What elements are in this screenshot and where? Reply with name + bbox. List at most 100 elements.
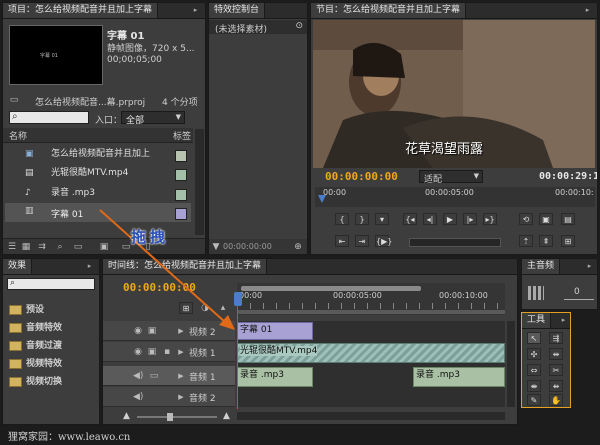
speaker-icon[interactable]: ◀) (133, 370, 143, 382)
go-prev-edit-button[interactable]: ⇤ (335, 235, 349, 247)
slide-tool-icon[interactable]: ⇻ (549, 380, 563, 392)
panel-menu-icon[interactable]: ▸ (583, 6, 592, 15)
project-scrollbar[interactable] (195, 129, 204, 235)
tab-timeline[interactable]: 时间线：怎么给视频配音并且加上字幕 (103, 259, 268, 274)
triangle-right-icon[interactable]: ▶ (177, 325, 185, 337)
tab-effect-controls[interactable]: 特效控制台 (209, 3, 266, 18)
audio-clip-b[interactable]: 录音 .mp3 (413, 367, 505, 387)
timeline-hscroll[interactable] (237, 412, 505, 420)
column-name[interactable]: 名称 (9, 129, 27, 142)
play-button[interactable]: ▶ (443, 213, 457, 225)
automate-icon[interactable]: ⇉ (37, 241, 47, 253)
icon-view-icon[interactable]: ▦ (21, 241, 31, 253)
zoom-scrollbar[interactable] (241, 286, 421, 291)
project-item-video[interactable]: ▤ 光辊很酷MTV.mp4 (5, 164, 177, 183)
jog-shuttle[interactable] (409, 238, 501, 247)
track-select-tool-icon[interactable]: ⇶ (549, 332, 563, 344)
marker-icon[interactable]: ◑ (199, 302, 211, 314)
set-marker-icon[interactable]: ▴ (217, 302, 229, 314)
set-marker-button[interactable]: ▾ (375, 213, 389, 225)
eye-icon[interactable]: ◉ (133, 325, 143, 337)
triangle-right-icon[interactable]: ▶ (177, 391, 185, 403)
go-to-out-button[interactable]: ▸} (483, 213, 497, 225)
panel-menu-icon[interactable]: ▸ (85, 262, 94, 271)
project-item-title-selected[interactable]: ▥ 字幕 01 (5, 203, 191, 222)
timeline-zoom-slider[interactable]: ▲ ▲ (123, 411, 233, 422)
safe-margins-button[interactable]: ▣ (539, 213, 553, 225)
tab-audio-master[interactable]: 主音频 (522, 259, 561, 274)
list-view-icon[interactable]: ☰ (7, 241, 17, 253)
project-item-audio[interactable]: ♪ 录音 .mp3 (5, 184, 177, 203)
effects-folder-item[interactable]: 预设 (9, 302, 44, 315)
fit-dropdown[interactable]: 适配 ▼ (419, 170, 483, 185)
rolling-edit-tool-icon[interactable]: ⇹ (549, 348, 563, 360)
rate-stretch-tool-icon[interactable]: ⇔ (527, 364, 541, 376)
track-header-audio-2[interactable]: ◀) ▶ 音频 2 (103, 387, 235, 407)
triangle-right-icon[interactable]: ▶ (177, 346, 185, 358)
hand-tool-icon[interactable]: ✋ (549, 394, 563, 406)
search-input[interactable]: ⌕ (9, 111, 89, 124)
inlet-dropdown[interactable]: 全部 ▼ (121, 111, 185, 126)
new-item-icon[interactable]: ▣ (99, 241, 109, 253)
ripple-edit-tool-icon[interactable]: ✣ (527, 348, 541, 360)
title-clip[interactable]: 字幕 01 (237, 322, 313, 340)
film-icon[interactable]: ▣ (147, 325, 157, 337)
column-label[interactable]: 标签 (173, 129, 191, 142)
razor-tool-icon[interactable]: ✂ (549, 364, 563, 376)
zoom-in-icon[interactable]: ▲ (223, 411, 230, 421)
eye-icon[interactable]: ◉ (133, 346, 143, 358)
timeline-current-time[interactable]: 00:00:00:00 (123, 281, 196, 294)
effects-folder-item[interactable]: 音频特效 (9, 320, 62, 333)
extract-button[interactable]: ⇞ (539, 235, 553, 247)
snap-button[interactable]: ⊞ (179, 302, 193, 314)
lock-icon[interactable]: ▪ (163, 346, 171, 358)
film-icon[interactable]: ▣ (147, 346, 157, 358)
go-next-edit-button[interactable]: ⇥ (355, 235, 369, 247)
triangle-right-icon[interactable]: ▶ (177, 370, 185, 382)
zoom-thumb[interactable] (167, 413, 173, 421)
step-back-button[interactable]: ◂| (423, 213, 437, 225)
panel-menu-icon[interactable]: ▸ (559, 316, 568, 325)
sync-icon[interactable]: ▭ (149, 370, 159, 382)
timeline-ruler[interactable]: 00:00 00:00:05:00 00:00:10:00 (237, 283, 505, 315)
trim-button[interactable]: ⊞ (561, 235, 575, 247)
lift-button[interactable]: ⇡ (519, 235, 533, 247)
program-ruler[interactable]: 00:00 00:00:05:00 00:00:10: (315, 187, 595, 207)
tab-tools[interactable]: 工具 (522, 313, 552, 328)
panel-menu-icon[interactable]: ▸ (585, 262, 594, 271)
new-bin-icon[interactable]: ▭ (121, 241, 131, 253)
step-forward-button[interactable]: |▸ (463, 213, 477, 225)
effects-search-input[interactable]: ⌕ (7, 278, 95, 290)
video-clip[interactable]: 光辊很酷MTV.mp4 (237, 343, 505, 363)
tab-effects[interactable]: 效果 (3, 259, 33, 274)
effects-folder-item[interactable]: 视频特效 (9, 356, 62, 369)
program-current-time[interactable]: 00:00:00:00 (325, 170, 398, 183)
track-header-audio-1[interactable]: ◀) ▭ ▶ 音频 1 (103, 366, 235, 386)
speaker-icon[interactable]: ◀) (133, 391, 143, 403)
output-button[interactable]: ▤ (561, 213, 575, 225)
tab-project[interactable]: 项目：怎么给视频配音并且加上字幕 (3, 3, 159, 18)
audio-clip-a[interactable]: 录音 .mp3 (237, 367, 313, 387)
mark-out-button[interactable]: } (355, 213, 369, 225)
play-in-out-button[interactable]: {▶} (375, 235, 392, 247)
effects-folder-item[interactable]: 视频切换 (9, 374, 62, 387)
mark-in-button[interactable]: { (335, 213, 349, 225)
track-header-video-1[interactable]: ◉ ▣ ▪ ▶ 视频 1 (103, 342, 235, 362)
pen-tool-icon[interactable]: ✎ (527, 394, 541, 406)
work-area-bar[interactable] (237, 310, 505, 314)
loop-button[interactable]: ⟲ (519, 213, 533, 225)
settings-icon[interactable]: ⊕ (293, 241, 303, 253)
go-to-in-button[interactable]: {◂ (403, 213, 417, 225)
panel-menu-icon[interactable]: ▸ (191, 6, 200, 15)
find-icon[interactable]: ⌕ (55, 241, 65, 253)
track-header-video-2[interactable]: ◉ ▣ ▶ 视频 2 (103, 321, 235, 341)
bin-icon[interactable]: ▭ (73, 241, 83, 253)
playhead-marker[interactable] (234, 292, 242, 306)
playhead-marker[interactable] (318, 195, 326, 203)
zoom-out-icon[interactable]: ▲ (123, 411, 130, 421)
forward-icon[interactable]: ⊙ (295, 21, 303, 31)
effects-folder-item[interactable]: 音频过渡 (9, 338, 62, 351)
selection-tool-icon[interactable]: ↖ (527, 332, 541, 344)
tab-program[interactable]: 节目：怎么给视频配音并且加上字幕 (311, 3, 467, 18)
project-item-sequence[interactable]: ▣ 怎么给视频配音并且加上 (5, 145, 177, 164)
